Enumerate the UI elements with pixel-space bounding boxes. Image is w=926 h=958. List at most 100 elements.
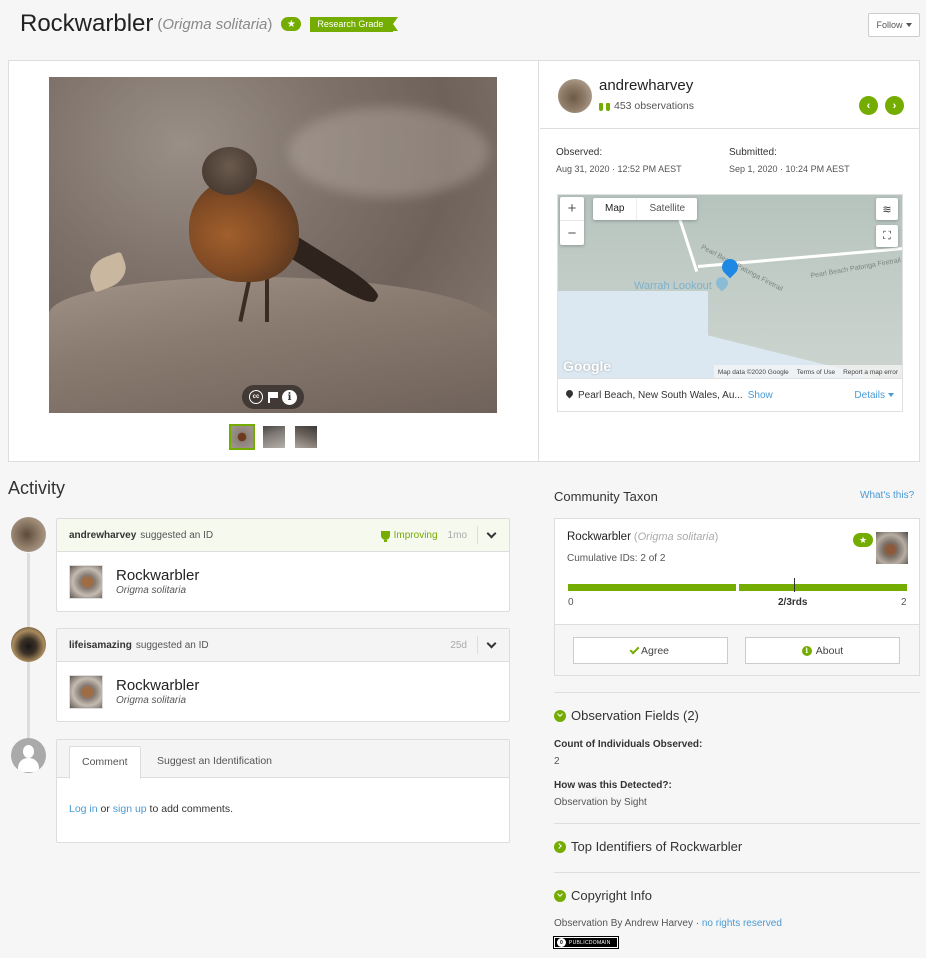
observation-details: andrewharvey 453 observations ‹ › Observ… <box>540 61 920 461</box>
identification-age: 25d <box>450 639 467 651</box>
identification-card: andrewharvey suggested an ID Improving 1… <box>56 518 510 612</box>
agreement-bar <box>568 578 907 592</box>
default-avatar-icon <box>11 738 46 773</box>
photo-controls: cc i <box>242 385 304 409</box>
community-taxon-heading: Community Taxon <box>554 489 658 504</box>
avatar[interactable] <box>558 79 592 113</box>
map-zoom-controls: + − <box>560 197 584 245</box>
map-type-satellite[interactable]: Satellite <box>637 198 697 220</box>
binoculars-icon <box>599 101 610 111</box>
title-common-name: Rockwarbler <box>20 10 154 37</box>
info-icon[interactable]: i <box>282 389 297 405</box>
zoom-out-button[interactable]: − <box>560 221 584 245</box>
identifier-username[interactable]: andrewharvey <box>69 530 136 541</box>
taxon-thumbnail[interactable] <box>876 532 908 564</box>
identification-age: 1mo <box>447 529 467 541</box>
cc-license-icon[interactable]: cc <box>249 390 263 404</box>
public-domain-badge[interactable]: 0 PUBLICDOMAIN <box>553 936 619 949</box>
map-type-toggle: Map Satellite <box>593 198 698 220</box>
identification-card: lifeisamazing suggested an ID 25d Rockwa… <box>56 628 510 722</box>
photo-thumbnails <box>229 424 319 450</box>
avatar[interactable] <box>11 627 46 662</box>
observation-panel: cc i andrewharvey 453 observations ‹ › O… <box>8 60 920 462</box>
login-link[interactable]: Log in <box>69 803 98 815</box>
cc0-icon: 0 <box>557 938 566 947</box>
flag-icon[interactable] <box>267 391 278 403</box>
location-name: Pearl Beach, New South Wales, Au... <box>578 389 743 401</box>
top-identifiers-toggle[interactable]: Top Identifiers of Rockwarbler <box>554 839 742 854</box>
road-label: Pearl Beach Patonga Firetrail <box>699 243 784 294</box>
about-button[interactable]: i About <box>745 637 900 664</box>
follow-button[interactable]: Follow <box>868 13 920 37</box>
photo-thumbnail[interactable] <box>293 424 319 450</box>
community-taxon-name[interactable]: Rockwarbler (Origma solitaria) <box>567 531 718 543</box>
field-value: 2 <box>554 756 560 767</box>
location-bar: Pearl Beach, New South Wales, Au... Show… <box>557 378 903 412</box>
photo-thumbnail[interactable] <box>261 424 287 450</box>
divider <box>554 692 920 693</box>
tab-comment[interactable]: Comment <box>69 746 141 779</box>
threshold-tick <box>794 578 795 592</box>
community-taxon-card: Rockwarbler (Origma solitaria) Cumulative… <box>554 518 920 676</box>
map-attribution: Map data ©2020 Google Terms of Use Repor… <box>713 365 902 378</box>
check-icon <box>629 644 640 654</box>
google-logo: Google <box>563 358 612 374</box>
map-type-map[interactable]: Map <box>593 198 638 220</box>
next-observation-button[interactable]: › <box>885 96 904 115</box>
star-icon: ★ <box>853 533 873 547</box>
tab-suggest-identification[interactable]: Suggest an Identification <box>145 746 284 779</box>
fullscreen-icon[interactable]: ⛶ <box>876 225 898 247</box>
activity-heading: Activity <box>8 478 66 498</box>
copyright-text: Observation By Andrew Harvey · no rights… <box>554 918 782 929</box>
chevron-down-icon[interactable] <box>486 528 497 538</box>
bar-max-label: 2 <box>901 597 907 608</box>
observation-title: Rockwarbler (Origma solitaria) ★ Researc… <box>20 10 399 38</box>
title-scientific-name: (Origma solitaria) <box>157 15 273 33</box>
map-pin-icon <box>564 388 575 399</box>
observer-observation-count[interactable]: 453 observations <box>599 100 694 112</box>
road-label: Pearl Beach Patonga Firetrail <box>810 257 902 280</box>
copyright-info-toggle[interactable]: Copyright Info <box>554 888 652 903</box>
identification-taxon[interactable]: Rockwarbler Origma solitaria <box>57 662 509 721</box>
field-label: How was this Detected?: <box>554 780 672 791</box>
layers-icon[interactable]: ≋ <box>876 198 898 220</box>
poi-label: Warrah Lookout <box>634 280 712 292</box>
trophy-icon <box>380 530 390 542</box>
field-label: Count of Individuals Observed: <box>554 739 703 750</box>
chevron-circle-down-icon <box>554 889 566 902</box>
caret-down-icon <box>905 23 912 27</box>
signup-link[interactable]: sign up <box>113 803 147 815</box>
photo-thumbnail[interactable] <box>229 424 255 450</box>
divider <box>554 823 920 824</box>
identification-taxon[interactable]: Rockwarbler Origma solitaria <box>57 552 509 611</box>
info-icon: i <box>801 645 812 656</box>
agreement-bar-segment-2 <box>739 584 907 591</box>
divider <box>554 872 920 873</box>
observer-username[interactable]: andrewharvey <box>599 77 693 94</box>
agree-button[interactable]: Agree <box>573 637 728 664</box>
taxon-thumbnail <box>69 674 103 709</box>
identification-header: andrewharvey suggested an ID Improving 1… <box>57 519 509 552</box>
field-value: Observation by Sight <box>554 797 647 808</box>
identifier-username[interactable]: lifeisamazing <box>69 640 132 651</box>
submitted-date: Submitted: Sep 1, 2020 · 10:24 PM AEST <box>729 147 850 174</box>
observation-photo[interactable]: cc i <box>49 77 497 413</box>
star-icon: ★ <box>281 17 302 31</box>
bar-threshold-label: 2/3rds <box>778 597 808 608</box>
agreement-bar-segment-1 <box>568 584 736 591</box>
zoom-in-button[interactable]: + <box>560 197 584 221</box>
avatar[interactable] <box>11 517 46 552</box>
chevron-circle-down-icon <box>554 709 566 722</box>
comment-box: Comment Suggest an Identification Log in… <box>56 739 510 843</box>
photo-section: cc i <box>9 61 539 461</box>
details-dropdown[interactable]: Details <box>854 390 894 401</box>
previous-observation-button[interactable]: ‹ <box>859 96 878 115</box>
chevron-down-icon[interactable] <box>486 638 497 648</box>
improving-badge: Improving <box>380 530 438 542</box>
cumulative-ids: Cumulative IDs: 2 of 2 <box>567 553 666 564</box>
location-map[interactable]: Pearl Beach Patonga Firetrail Pearl Beac… <box>557 194 903 378</box>
observation-fields-toggle[interactable]: Observation Fields (2) <box>554 708 699 723</box>
show-location-link[interactable]: Show <box>748 390 773 401</box>
license-link[interactable]: no rights reserved <box>702 918 782 929</box>
whats-this-link[interactable]: What's this? <box>860 490 914 501</box>
